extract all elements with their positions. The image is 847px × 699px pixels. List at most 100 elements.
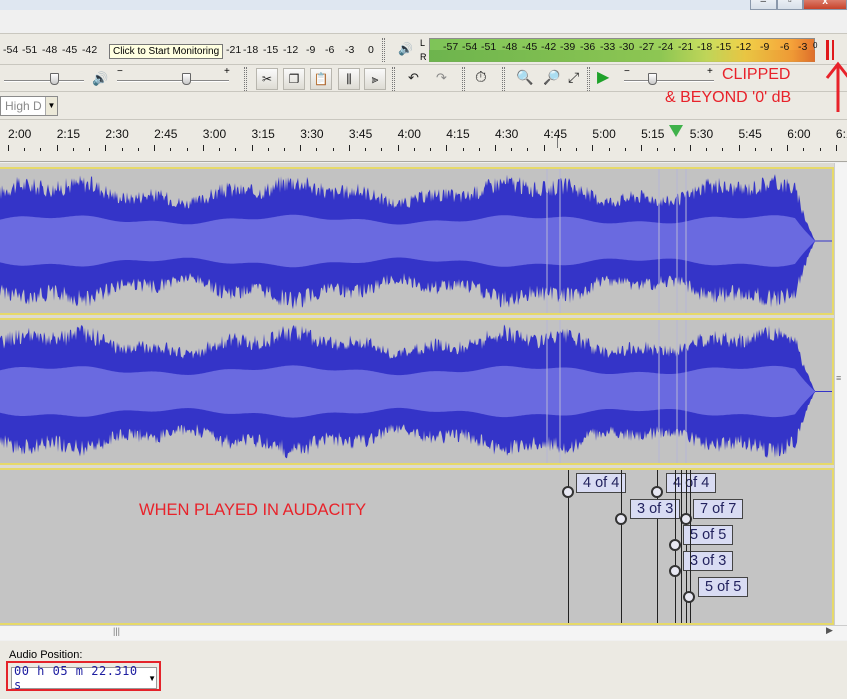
waveform-right (0, 320, 832, 463)
rec-meter-tick: -48 (42, 44, 58, 56)
timeline-tick (462, 148, 464, 151)
toolbar-grip[interactable] (382, 38, 385, 62)
play-meter-tick: -57 (443, 41, 459, 53)
window-title-strip (0, 0, 847, 10)
label-handle[interactable] (669, 565, 681, 577)
timeline-tick (706, 148, 708, 151)
timeline-label: 2:30 (105, 127, 129, 141)
window-controls: – ▫ x (750, 0, 847, 10)
play-speed-slider-thumb[interactable] (648, 73, 657, 85)
timeline-tick (137, 148, 139, 151)
speaker-icon: 🔊 (92, 71, 109, 86)
audio-position-label: Audio Position: (9, 649, 83, 661)
timeline-label: 6:1 (835, 127, 847, 141)
label-box[interactable]: 5 of 5 (698, 577, 749, 597)
volume-slider-track[interactable] (117, 80, 229, 82)
undo-icon[interactable]: ↶ (408, 70, 419, 86)
timeline-tick (8, 145, 9, 151)
timeline-label: 2:15 (56, 127, 81, 141)
label-handle[interactable] (683, 591, 695, 603)
timeline-tick (511, 148, 513, 151)
timeline-tick (608, 148, 610, 151)
fit-icon[interactable]: ⤢ (568, 69, 579, 86)
audio-track-right[interactable] (0, 318, 834, 465)
timeline-tick (527, 148, 529, 151)
timeline-tick (348, 145, 350, 151)
gain-slider-thumb[interactable] (50, 73, 59, 85)
play-meter-tick: -12 (736, 41, 752, 53)
timeline-label: 3:15 (251, 127, 275, 141)
timeline-tick (559, 148, 561, 151)
label-handle[interactable] (651, 486, 663, 498)
speaker-icon: 🔊 (398, 42, 413, 56)
annotation-clipped: CLIPPED (722, 66, 791, 83)
play-meter-tick: 0 (813, 41, 818, 50)
play-meter-tick: -54 (462, 41, 478, 53)
timeline-tick (819, 148, 821, 151)
label-handle[interactable] (669, 539, 681, 551)
label-box[interactable]: 7 of 7 (693, 499, 744, 519)
timeline-tick (170, 148, 172, 151)
scroll-grip-icon[interactable]: ≡ (836, 373, 845, 387)
play-meter-tick: -24 (658, 41, 674, 53)
maximize-button[interactable]: ▫ (776, 0, 804, 10)
timeline-tick (787, 145, 789, 151)
waveform-left (0, 169, 832, 313)
gain-slider-track[interactable] (4, 80, 84, 82)
timeline-label: 4:00 (397, 127, 421, 141)
label-box[interactable]: 4 of 4 (576, 473, 627, 493)
vertical-scrollbar[interactable] (834, 163, 847, 625)
play-icon[interactable]: ▶ (597, 67, 609, 87)
horizontal-scrollbar[interactable] (0, 625, 847, 640)
play-meter-tick: -30 (619, 41, 635, 53)
paste-icon: 📋 (313, 72, 329, 86)
audio-track-left[interactable] (0, 167, 834, 315)
timeline-label: 3:30 (300, 127, 324, 141)
silence-button[interactable]: ⫸ (364, 68, 386, 90)
toolbar-grip[interactable] (462, 67, 465, 91)
playhead-marker-icon[interactable] (669, 125, 683, 137)
volume-slider-thumb[interactable] (182, 73, 191, 85)
toolbar-grip[interactable] (392, 67, 395, 91)
trim-button[interactable]: ⫼ (338, 68, 360, 90)
zoom-out-icon[interactable]: 🔎 (543, 69, 560, 86)
slider-min-mark: − (624, 66, 630, 77)
label-box[interactable]: 3 of 3 (630, 499, 681, 519)
timeline-tick (316, 148, 318, 151)
timeline-label: 6:00 (787, 127, 811, 141)
play-speed-slider-track[interactable] (624, 80, 714, 82)
cut-button[interactable]: ✂ (256, 68, 278, 90)
zoom-in-icon[interactable]: 🔍 (516, 69, 533, 86)
rec-meter-tick: -45 (62, 44, 78, 56)
minimize-button[interactable]: – (750, 0, 777, 10)
copy-icon: ❐ (288, 72, 300, 86)
timeline-tick (430, 148, 432, 151)
scroll-grip-icon[interactable]: ||| (113, 626, 120, 636)
close-button[interactable]: x (803, 0, 847, 10)
rec-meter-tick: -3 (345, 44, 355, 56)
timeline-tick (592, 145, 594, 151)
label-handle[interactable] (615, 513, 627, 525)
redo-icon[interactable]: ↷ (436, 70, 447, 86)
timeline-tick (770, 148, 772, 151)
scroll-right-arrow-icon[interactable]: ▶ (826, 625, 833, 636)
copy-button[interactable]: ❐ (283, 68, 305, 90)
chevron-down-icon[interactable]: ▼ (45, 97, 57, 115)
toolbar-grip[interactable] (244, 67, 247, 91)
timeline-tick (24, 148, 26, 151)
timeline-tick (413, 148, 415, 151)
play-meter-tick: -45 (522, 41, 538, 53)
paste-button[interactable]: 📋 (310, 68, 332, 90)
toolbar-grip[interactable] (502, 67, 505, 91)
timeline-tick (835, 145, 837, 151)
play-meter-tick: -6 (780, 41, 790, 53)
label-handle[interactable] (562, 486, 574, 498)
annotation-arrow-icon (825, 61, 847, 112)
timeline-tick (56, 145, 58, 151)
toolbar-grip[interactable] (587, 67, 590, 91)
timeline-tick (40, 148, 42, 151)
label-box[interactable]: 4 of 4 (666, 473, 717, 493)
sync-lock-icon[interactable]: ⏱ (475, 69, 487, 86)
timeline-tick (673, 148, 675, 151)
play-meter-tick: -9 (760, 41, 770, 53)
